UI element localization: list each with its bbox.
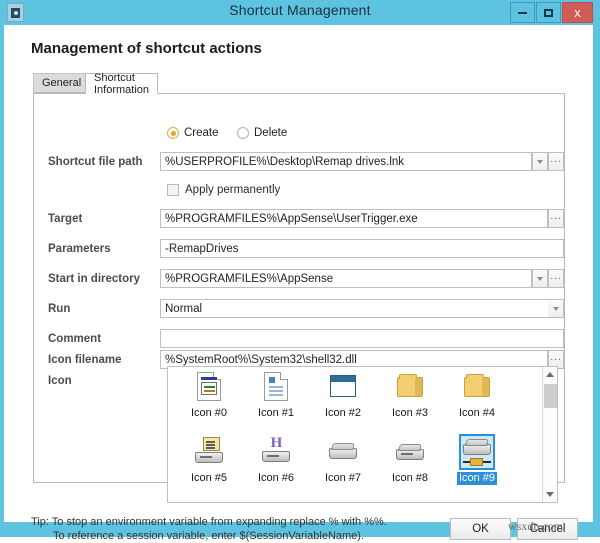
window-icon xyxy=(327,371,359,403)
close-button[interactable]: x xyxy=(562,2,593,23)
icon-list-item-caption: Icon #1 xyxy=(256,407,296,420)
label-parameters: Parameters xyxy=(48,243,111,255)
drive-disk-icon xyxy=(394,436,426,468)
tip-line-2: To reference a session variable, enter $… xyxy=(31,529,387,543)
icon-list-scrollbar[interactable] xyxy=(542,367,557,502)
icon-list-item-caption: Icon #9 xyxy=(457,472,497,485)
watermark: wsxdn.com xyxy=(508,519,563,534)
start-in-directory-dropdown-button[interactable] xyxy=(532,269,548,288)
apply-permanently-label: Apply permanently xyxy=(185,184,280,196)
icon-list[interactable]: Icon #0 Icon #1 Icon #2 Icon #3 Icon #4 Icon … xyxy=(167,366,558,503)
tab-general[interactable]: General xyxy=(33,73,90,93)
label-target: Target xyxy=(48,213,82,225)
icon-list-item[interactable]: Icon #2 xyxy=(310,371,376,433)
icon-list-item[interactable]: Icon #4 xyxy=(444,371,510,433)
icon-list-item[interactable]: Icon #1 xyxy=(243,371,309,433)
icon-list-item-caption: Icon #3 xyxy=(390,407,430,420)
icon-list-item-caption: Icon #4 xyxy=(457,407,497,420)
icon-list-item-caption: Icon #2 xyxy=(323,407,363,420)
printer-icon: H xyxy=(260,436,292,468)
ok-button-label: OK xyxy=(472,523,489,535)
drive-icon xyxy=(327,436,359,468)
label-comment: Comment xyxy=(48,333,101,345)
dialog-client-area: Management of shortcut actions General S… xyxy=(4,25,593,522)
start-in-directory-input[interactable] xyxy=(160,269,532,288)
comment-input[interactable] xyxy=(160,329,564,348)
radio-create-mark xyxy=(167,127,179,139)
target-browse-button[interactable]: ... xyxy=(548,209,564,228)
minimize-button[interactable] xyxy=(510,2,535,23)
icon-list-item[interactable]: Icon #9 xyxy=(444,436,510,498)
icon-list-item[interactable]: Icon #5 xyxy=(176,436,242,498)
tab-general-label: General xyxy=(42,77,81,89)
folder-icon xyxy=(461,371,493,403)
target-input[interactable] xyxy=(160,209,548,228)
radio-delete-mark xyxy=(237,127,249,139)
tip-line-1: Tip: To stop an environment variable fro… xyxy=(31,516,387,528)
apply-permanently-checkbox[interactable]: Apply permanently xyxy=(167,184,280,196)
scroll-down-button[interactable] xyxy=(543,487,557,502)
tab-shortcut-information-label: Shortcut Information xyxy=(94,72,149,96)
minimize-icon xyxy=(518,12,527,14)
parameters-input[interactable] xyxy=(160,239,564,258)
icon-list-item-caption: Icon #6 xyxy=(256,472,296,485)
scrollbar-thumb[interactable] xyxy=(544,384,557,408)
label-icon-filename: Icon filename xyxy=(48,354,122,366)
run-dropdown-button[interactable] xyxy=(548,299,564,318)
scanner-icon xyxy=(193,436,225,468)
document-chart-icon xyxy=(193,371,225,403)
maximize-icon xyxy=(544,9,553,17)
icon-list-item[interactable]: Icon #3 xyxy=(377,371,443,433)
network-drive-icon xyxy=(461,436,493,468)
icon-list-item[interactable]: H Icon #6 xyxy=(243,436,309,498)
tip-text: Tip: To stop an environment variable fro… xyxy=(31,515,387,543)
close-icon: x xyxy=(574,5,581,20)
icon-list-item[interactable]: Icon #0 xyxy=(176,371,242,433)
radio-delete[interactable]: Delete xyxy=(237,127,287,139)
run-select[interactable] xyxy=(160,299,564,318)
radio-create-label: Create xyxy=(184,127,219,139)
shortcut-file-path-input[interactable] xyxy=(160,152,532,171)
icon-list-item[interactable]: Icon #7 xyxy=(310,436,376,498)
shortcut-file-path-browse-button[interactable]: ... xyxy=(548,152,564,171)
scroll-up-button[interactable] xyxy=(543,367,557,382)
folder-icon xyxy=(394,371,426,403)
icon-list-item-caption: Icon #0 xyxy=(189,407,229,420)
radio-delete-label: Delete xyxy=(254,127,287,139)
page-title: Management of shortcut actions xyxy=(31,40,262,57)
label-start-in-directory: Start in directory xyxy=(48,273,140,285)
radio-create[interactable]: Create xyxy=(167,127,219,139)
icon-list-item[interactable]: Icon #8 xyxy=(377,436,443,498)
shortcut-management-window: Shortcut Management x Management of shor… xyxy=(0,0,600,537)
checkbox-unchecked-icon xyxy=(167,184,179,196)
icon-list-item-caption: Icon #5 xyxy=(189,472,229,485)
label-shortcut-file-path: Shortcut file path xyxy=(48,156,143,168)
window-titlebar: Shortcut Management x xyxy=(0,0,600,25)
document-text-icon xyxy=(260,371,292,403)
label-icon: Icon xyxy=(48,375,72,387)
label-run: Run xyxy=(48,303,70,315)
tab-shortcut-information[interactable]: Shortcut Information xyxy=(85,73,158,94)
icon-list-item-caption: Icon #8 xyxy=(390,472,430,485)
icon-grid: Icon #0 Icon #1 Icon #2 Icon #3 Icon #4 Icon … xyxy=(168,371,541,501)
chevron-down-icon xyxy=(546,492,554,497)
shortcut-file-path-dropdown-button[interactable] xyxy=(532,152,548,171)
icon-list-item-caption: Icon #7 xyxy=(323,472,363,485)
start-in-directory-browse-button[interactable]: ... xyxy=(548,269,564,288)
maximize-button[interactable] xyxy=(536,2,561,23)
chevron-up-icon xyxy=(546,372,554,377)
